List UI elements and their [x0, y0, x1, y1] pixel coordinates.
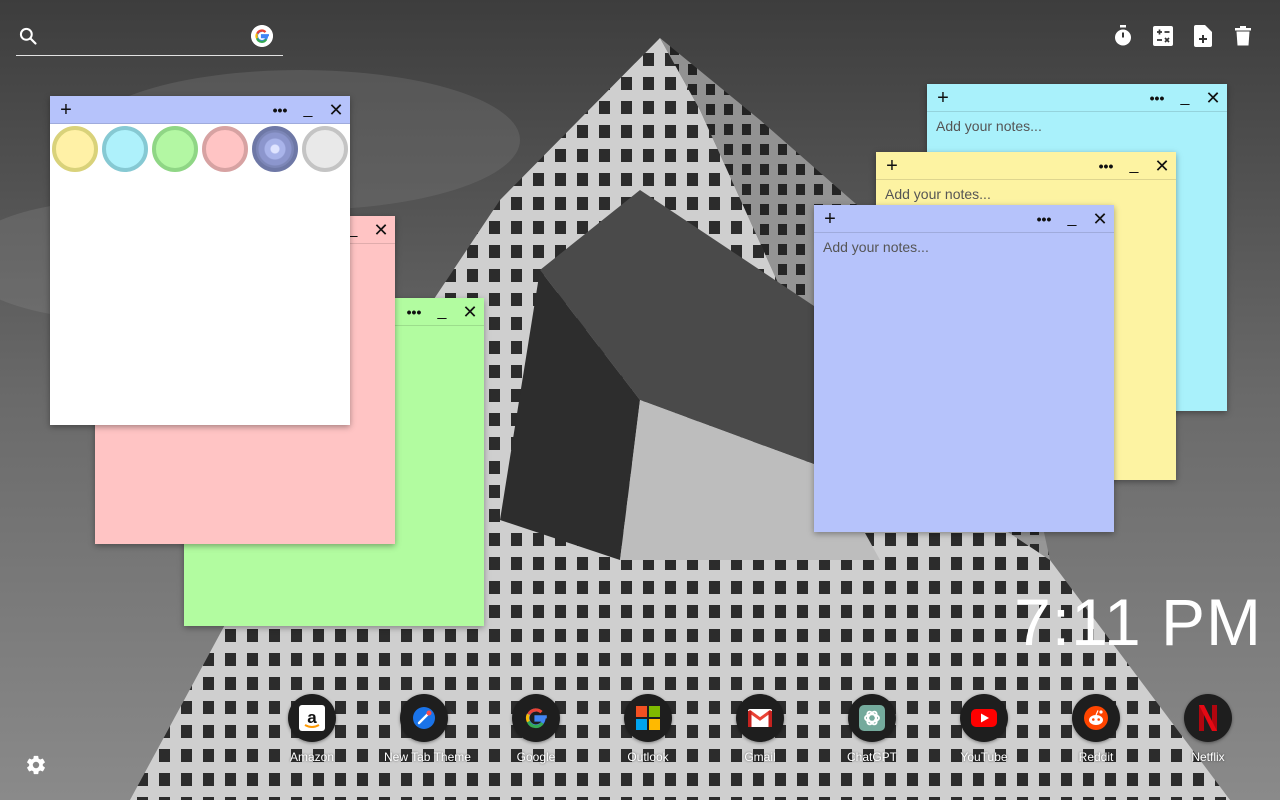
note-toolbar: + ••• _ ✕: [814, 205, 1114, 233]
close-button[interactable]: ✕: [1088, 205, 1112, 233]
shortcut-label: Netflix: [1191, 750, 1225, 764]
timer-icon[interactable]: [1112, 24, 1134, 48]
shortcut-label: Reddit: [1078, 750, 1114, 764]
gear-icon[interactable]: [25, 754, 47, 776]
note-toolbar: + ••• _ ✕: [927, 84, 1227, 112]
google-icon: [512, 694, 560, 742]
color-swatch-blue-selected[interactable]: [252, 126, 298, 172]
google-logo-icon[interactable]: [251, 25, 273, 47]
note-textarea[interactable]: [814, 233, 1114, 532]
add-note-button[interactable]: +: [880, 152, 904, 180]
netflix-icon: [1184, 694, 1232, 742]
new-tab-theme-icon: [400, 694, 448, 742]
shortcut-chatgpt[interactable]: ChatGPT: [832, 694, 912, 764]
more-options-button[interactable]: •••: [402, 298, 426, 326]
chatgpt-icon: [848, 694, 896, 742]
reddit-icon: [1072, 694, 1120, 742]
close-button[interactable]: ✕: [458, 298, 482, 326]
shortcut-reddit[interactable]: Reddit: [1056, 694, 1136, 764]
color-swatch-cyan[interactable]: [102, 126, 148, 172]
close-button[interactable]: ✕: [1150, 152, 1174, 180]
search-input[interactable]: [48, 24, 248, 50]
svg-text:a: a: [307, 708, 317, 727]
sticky-note-blue[interactable]: + ••• _ ✕: [814, 205, 1114, 532]
more-options-button[interactable]: •••: [1094, 152, 1118, 180]
minimize-button[interactable]: _: [296, 96, 320, 124]
minimize-button[interactable]: _: [1060, 205, 1084, 233]
shortcut-label: New Tab Theme: [384, 750, 471, 764]
close-button[interactable]: ✕: [369, 216, 393, 244]
shortcut-youtube[interactable]: YouTube: [944, 694, 1024, 764]
gmail-icon: [736, 694, 784, 742]
note-toolbar: + ••• _ ✕: [50, 96, 350, 124]
more-options-button[interactable]: •••: [1032, 205, 1056, 233]
minimize-button[interactable]: _: [1122, 152, 1146, 180]
minimize-button[interactable]: _: [430, 298, 454, 326]
shortcut-label: Google: [516, 750, 556, 764]
close-button[interactable]: ✕: [324, 96, 348, 124]
note-toolbar: + ••• _ ✕: [876, 152, 1176, 180]
trash-icon[interactable]: [1232, 24, 1254, 48]
more-options-button[interactable]: •••: [268, 96, 292, 124]
shortcut-label: Gmail: [744, 750, 776, 764]
color-picker: [50, 124, 350, 174]
shortcut-label: YouTube: [960, 750, 1008, 764]
add-note-button[interactable]: +: [931, 84, 955, 112]
microsoft-icon: [624, 694, 672, 742]
top-toolbar: [1112, 24, 1254, 48]
youtube-icon: [960, 694, 1008, 742]
search-bar: [16, 18, 283, 56]
close-button[interactable]: ✕: [1201, 84, 1225, 112]
shortcut-outlook[interactable]: Outlook: [608, 694, 688, 764]
shortcut-label: Outlook: [627, 750, 669, 764]
search-icon[interactable]: [18, 26, 38, 46]
add-note-button[interactable]: +: [818, 205, 842, 233]
add-note-button[interactable]: +: [54, 96, 78, 124]
color-swatch-yellow[interactable]: [52, 126, 98, 172]
color-swatch-gray[interactable]: [302, 126, 348, 172]
shortcut-amazon[interactable]: a Amazon: [272, 694, 352, 764]
sticky-note-white[interactable]: + ••• _ ✕: [50, 96, 350, 425]
shortcut-netflix[interactable]: Netflix: [1168, 694, 1248, 764]
shortcut-label: Amazon: [289, 750, 335, 764]
shortcut-new-tab-theme[interactable]: New Tab Theme: [384, 694, 471, 764]
clock-display: 7:11 PM: [1014, 585, 1262, 659]
shortcut-gmail[interactable]: Gmail: [720, 694, 800, 764]
new-note-icon[interactable]: [1192, 24, 1214, 48]
calculator-icon[interactable]: [1152, 24, 1174, 48]
color-swatch-pink[interactable]: [202, 126, 248, 172]
shortcut-google[interactable]: Google: [496, 694, 576, 764]
more-options-button[interactable]: •••: [1145, 84, 1169, 112]
minimize-button[interactable]: _: [1173, 84, 1197, 112]
shortcut-label: ChatGPT: [846, 750, 897, 764]
color-swatch-green[interactable]: [152, 126, 198, 172]
amazon-icon: a: [288, 694, 336, 742]
